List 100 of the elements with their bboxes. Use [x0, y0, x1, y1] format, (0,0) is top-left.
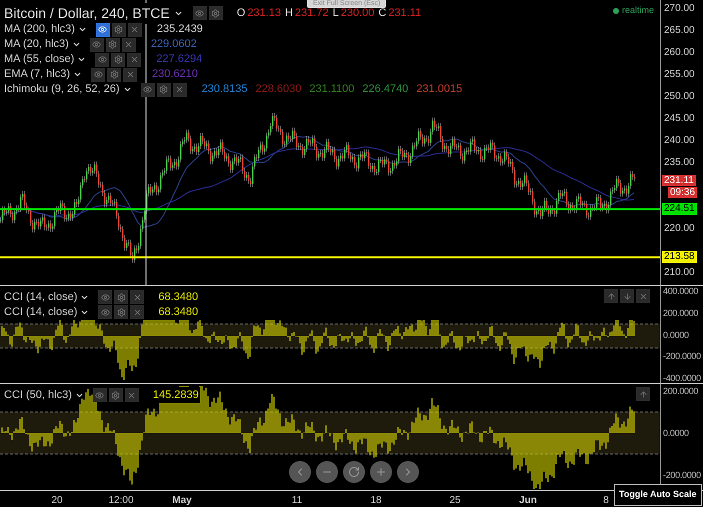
settings-icon — [108, 40, 118, 49]
price-badge: 231.11 — [662, 175, 696, 186]
settings-button[interactable] — [106, 38, 120, 52]
axis-label: 270.00 — [664, 4, 695, 14]
settings-button[interactable] — [112, 22, 126, 36]
axis-label: 265.00 — [664, 26, 695, 36]
ohlc-label: C — [378, 6, 386, 21]
axis-label: 400.0000 — [662, 286, 700, 296]
indicator-value: 230.6210 — [152, 67, 198, 82]
close-icon — [132, 292, 142, 302]
arrow-up-icon — [638, 390, 648, 398]
indicator-label[interactable]: Ichimoku (9, 26, 52, 26) — [4, 81, 120, 98]
time-label: Jun — [519, 494, 537, 507]
axis-label: 200.0000 — [662, 386, 700, 396]
settings-button[interactable] — [114, 305, 128, 319]
reset-button[interactable] — [343, 461, 365, 483]
settings-button[interactable] — [156, 82, 171, 96]
close-button[interactable] — [130, 305, 144, 319]
ohlc-label: O — [236, 6, 246, 21]
time-label: 18 — [370, 494, 382, 507]
time-label: 25 — [449, 494, 461, 507]
price-badge: 213.58 — [662, 251, 697, 264]
indicator-value: 231.0015 — [416, 82, 462, 98]
time-label: 11 — [292, 494, 302, 507]
axis-label: 0.0000 — [662, 330, 690, 340]
axis-label: 200.0000 — [662, 308, 700, 318]
ohlc-value: 231.11 — [388, 6, 422, 21]
axis-label: 260.00 — [664, 48, 695, 58]
close-button[interactable] — [127, 52, 142, 66]
settings-button[interactable] — [107, 68, 122, 82]
indicator-label[interactable]: EMA (7, hlc3) — [4, 66, 70, 83]
time-label: 8 — [603, 494, 609, 507]
close-button[interactable] — [172, 82, 187, 96]
axis-label: 250.00 — [664, 92, 695, 102]
axis-label: 0.0000 — [662, 428, 690, 438]
close-icon — [126, 70, 135, 79]
caret-icon[interactable] — [122, 85, 132, 94]
scroll-left-button[interactable] — [289, 461, 311, 483]
move-up-button[interactable] — [604, 289, 618, 303]
plus-icon — [375, 466, 387, 478]
ohlc-value: 230.00 — [340, 6, 374, 21]
eye-icon — [98, 25, 108, 34]
time-label: May — [172, 494, 192, 507]
indicator-label[interactable]: MA (20, hlc3) — [4, 36, 69, 53]
indicator-value: 231.1100 — [309, 82, 354, 98]
close-icon — [175, 85, 184, 94]
close-icon — [124, 40, 134, 49]
settings-button[interactable] — [108, 388, 123, 402]
close-button[interactable] — [128, 22, 142, 36]
close-button[interactable] — [636, 289, 650, 303]
toggle-auto-scale-button[interactable]: Toggle Auto Scale — [614, 484, 702, 506]
ohlc-value: 231.72 — [294, 6, 329, 21]
axis-label: 245.00 — [664, 114, 695, 124]
indicator-value: 228.6030 — [255, 82, 302, 98]
settings-button[interactable] — [114, 290, 128, 304]
settings-icon — [159, 85, 168, 94]
indicator-value: 145.2839 — [152, 386, 200, 404]
ohlc-value: 231.13 — [247, 6, 281, 21]
eye-icon — [100, 308, 110, 316]
ohlc-label: L — [332, 6, 339, 21]
time-label: 20 — [51, 494, 63, 507]
eye-icon — [94, 70, 103, 79]
scroll-right-button[interactable] — [397, 461, 419, 483]
axis-label: -200.0000 — [662, 351, 702, 362]
arrow-up-icon — [606, 292, 616, 300]
visibility-button[interactable] — [96, 22, 110, 36]
ohlc-label: H — [284, 6, 293, 21]
settings-icon — [114, 25, 124, 34]
refresh-icon — [348, 466, 360, 478]
settings-button[interactable] — [111, 52, 126, 66]
eye-icon — [95, 390, 104, 400]
close-button[interactable] — [122, 38, 136, 52]
zoom-in-button[interactable] — [370, 461, 392, 483]
indicator-value: 227.6294 — [156, 52, 202, 68]
eye-icon — [98, 55, 107, 64]
settings-icon — [110, 70, 119, 79]
arrow-down-icon — [622, 292, 632, 300]
move-up-button[interactable] — [636, 387, 650, 401]
chart-title[interactable]: Bitcoin / Dollar, 240, BTCE — [4, 2, 170, 24]
close-button[interactable] — [130, 290, 144, 304]
indicator-value: 226.4740 — [362, 82, 408, 98]
zoom-out-button[interactable] — [316, 461, 338, 483]
move-down-button[interactable] — [620, 289, 634, 303]
indicator-label[interactable]: MA (200, hlc3) — [4, 21, 75, 38]
axis-label: -200.0000 — [662, 470, 702, 480]
time-label: 12:00 — [108, 494, 134, 507]
settings-icon — [116, 292, 126, 302]
status-label: realtime — [622, 4, 654, 17]
close-icon — [127, 390, 136, 400]
close-icon — [638, 292, 648, 300]
eye-icon — [100, 292, 110, 302]
close-button[interactable] — [123, 68, 138, 82]
close-button[interactable] — [124, 388, 139, 402]
indicator-label[interactable]: MA (55, close) — [4, 51, 74, 68]
settings-button[interactable] — [208, 6, 223, 20]
indicator-value: 235.2439 — [156, 22, 203, 38]
axis-label: 210.00 — [664, 268, 695, 278]
close-icon — [132, 308, 142, 316]
axis-label: -400.0000 — [662, 373, 702, 383]
horizontal-line[interactable] — [0, 208, 660, 210]
